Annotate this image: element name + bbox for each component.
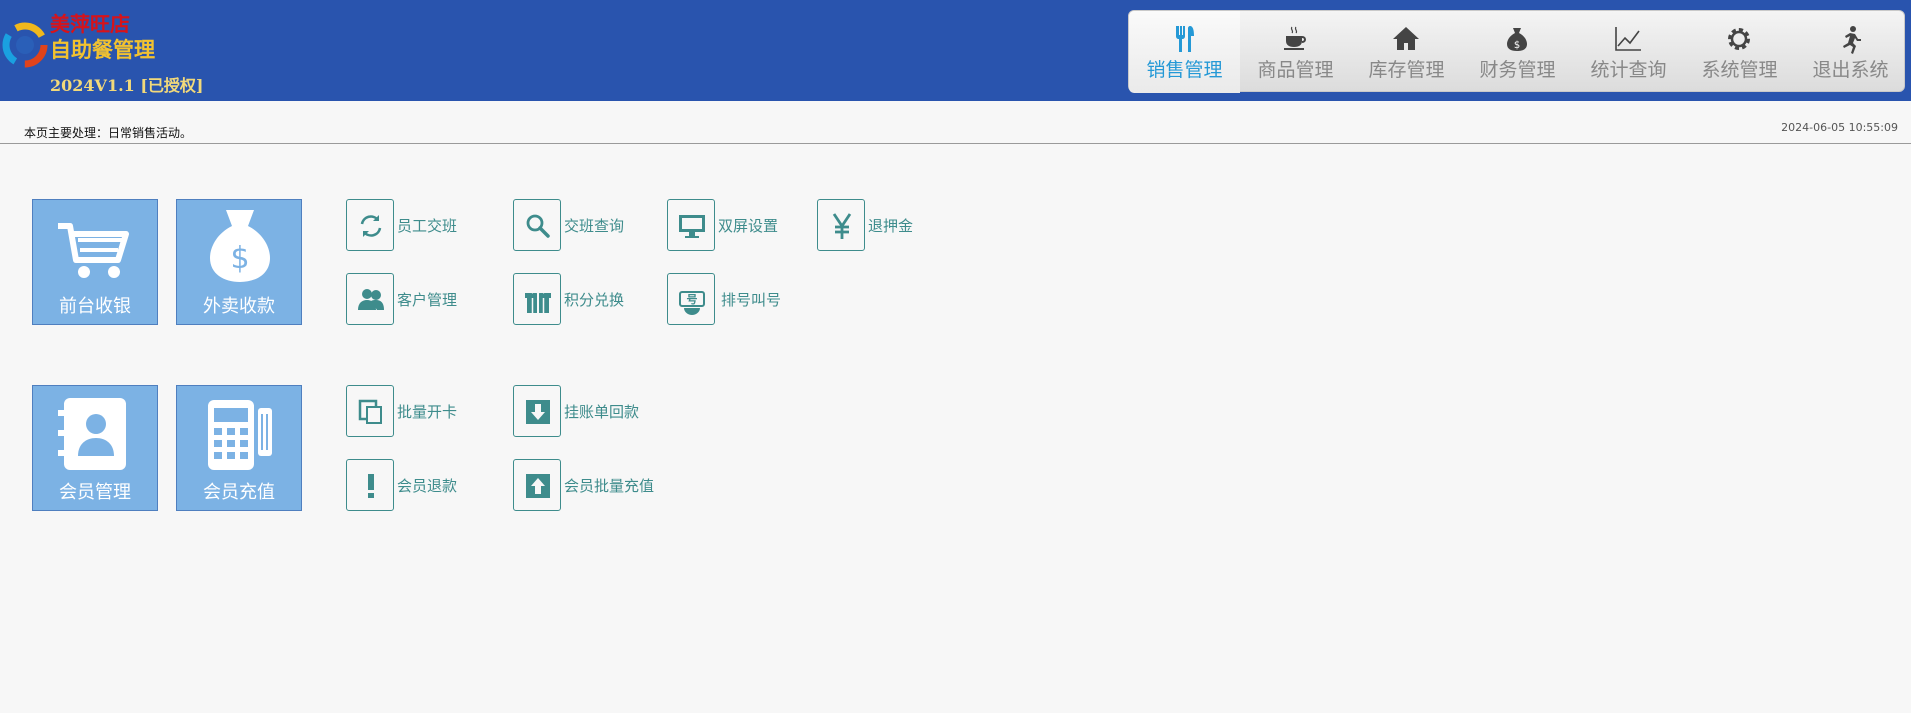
- nav-label: 系统管理: [1701, 59, 1778, 81]
- nav-label: 退出系统: [1812, 59, 1889, 81]
- svg-text:号: 号: [687, 293, 698, 306]
- brand: 美萍旺店 自助餐管理 2024V1.1 [已授权]: [50, 12, 204, 95]
- item-label: 积分兑换: [564, 291, 625, 309]
- divider: [0, 143, 1911, 144]
- item-label: 员工交班: [397, 217, 458, 235]
- nav-statistics[interactable]: 统计查询: [1573, 11, 1684, 93]
- brand-line1: 美萍旺店: [50, 12, 130, 36]
- tile-member-recharge[interactable]: 会员充值: [176, 385, 302, 511]
- nav-label: 商品管理: [1257, 59, 1334, 81]
- yen-icon: [832, 213, 852, 239]
- nav-exit[interactable]: 退出系统: [1795, 11, 1906, 93]
- exclamation-icon: [368, 474, 374, 498]
- house-icon: [1393, 27, 1419, 50]
- item-label: 批量开卡: [397, 403, 458, 421]
- shopping-cart-icon: [58, 223, 129, 278]
- item-label: 挂账单回款: [564, 403, 640, 421]
- item-label: 客户管理: [397, 291, 458, 309]
- nav-inventory[interactable]: 库存管理: [1351, 11, 1462, 93]
- users-icon: [358, 289, 384, 310]
- item-label: 排号叫号: [721, 291, 782, 309]
- svg-text:$: $: [230, 241, 249, 276]
- pos-terminal-icon: [208, 400, 272, 470]
- tile-label: 前台收银: [59, 296, 131, 317]
- datetime-display: 2024-06-05 10:55:09: [1781, 121, 1898, 134]
- item-label: 会员批量充值: [564, 477, 655, 495]
- nav-products[interactable]: 商品管理: [1240, 11, 1351, 93]
- tile-front-cashier[interactable]: 前台收银: [32, 199, 158, 325]
- copy-icon: [358, 399, 382, 424]
- coffee-cup-icon: [1284, 26, 1306, 50]
- nav-finance[interactable]: $ 财务管理: [1462, 11, 1573, 93]
- refresh-icon: [360, 215, 382, 237]
- brand-line2: 自助餐管理: [50, 38, 155, 62]
- item-label: 退押金: [868, 217, 914, 235]
- tile-label: 会员管理: [59, 482, 131, 503]
- tile-label: 会员充值: [203, 482, 275, 503]
- gear-icon: [1728, 28, 1750, 50]
- page-notice: 本页主要处理：日常销售活动。: [24, 126, 193, 140]
- nav-system[interactable]: 系统管理: [1684, 11, 1795, 93]
- monitor-icon: [679, 215, 705, 238]
- app-header: 美萍旺店 自助餐管理 2024V1.1 [已授权] 销售管理 商品管理 库存管理…: [0, 0, 1911, 101]
- nav-label: 财务管理: [1479, 59, 1556, 81]
- fork-knife-icon: [1176, 26, 1194, 52]
- money-bag-icon: $: [210, 210, 270, 282]
- money-bag-icon: $: [1507, 28, 1527, 51]
- item-label: 交班查询: [564, 217, 625, 235]
- svg-text:$: $: [1514, 40, 1520, 51]
- upload-icon: [526, 474, 550, 498]
- nav-label: 销售管理: [1146, 59, 1223, 81]
- queue-ticket-icon: 号: [679, 291, 705, 315]
- version-label: 2024V1.1 [已授权]: [50, 76, 204, 95]
- item-label: 双屏设置: [718, 217, 779, 235]
- running-man-icon: [1843, 26, 1861, 54]
- app-logo-icon: [2, 22, 48, 68]
- nav-label: 库存管理: [1368, 59, 1445, 81]
- search-icon: [526, 214, 550, 238]
- line-chart-icon: [1615, 27, 1641, 51]
- item-label: 会员退款: [397, 477, 458, 495]
- nav-sales[interactable]: 销售管理: [1129, 11, 1240, 93]
- tile-takeout-payment[interactable]: $ 外卖收款: [176, 199, 302, 325]
- top-nav: 销售管理 商品管理 库存管理 $ 财务管理 统计查询 系统管理 退出系统: [1128, 10, 1906, 93]
- download-icon: [526, 400, 550, 424]
- gift-icon: [525, 287, 551, 313]
- contact-book-icon: [58, 398, 126, 470]
- nav-label: 统计查询: [1590, 59, 1667, 81]
- tile-member-management[interactable]: 会员管理: [32, 385, 158, 511]
- tile-label: 外卖收款: [203, 296, 275, 317]
